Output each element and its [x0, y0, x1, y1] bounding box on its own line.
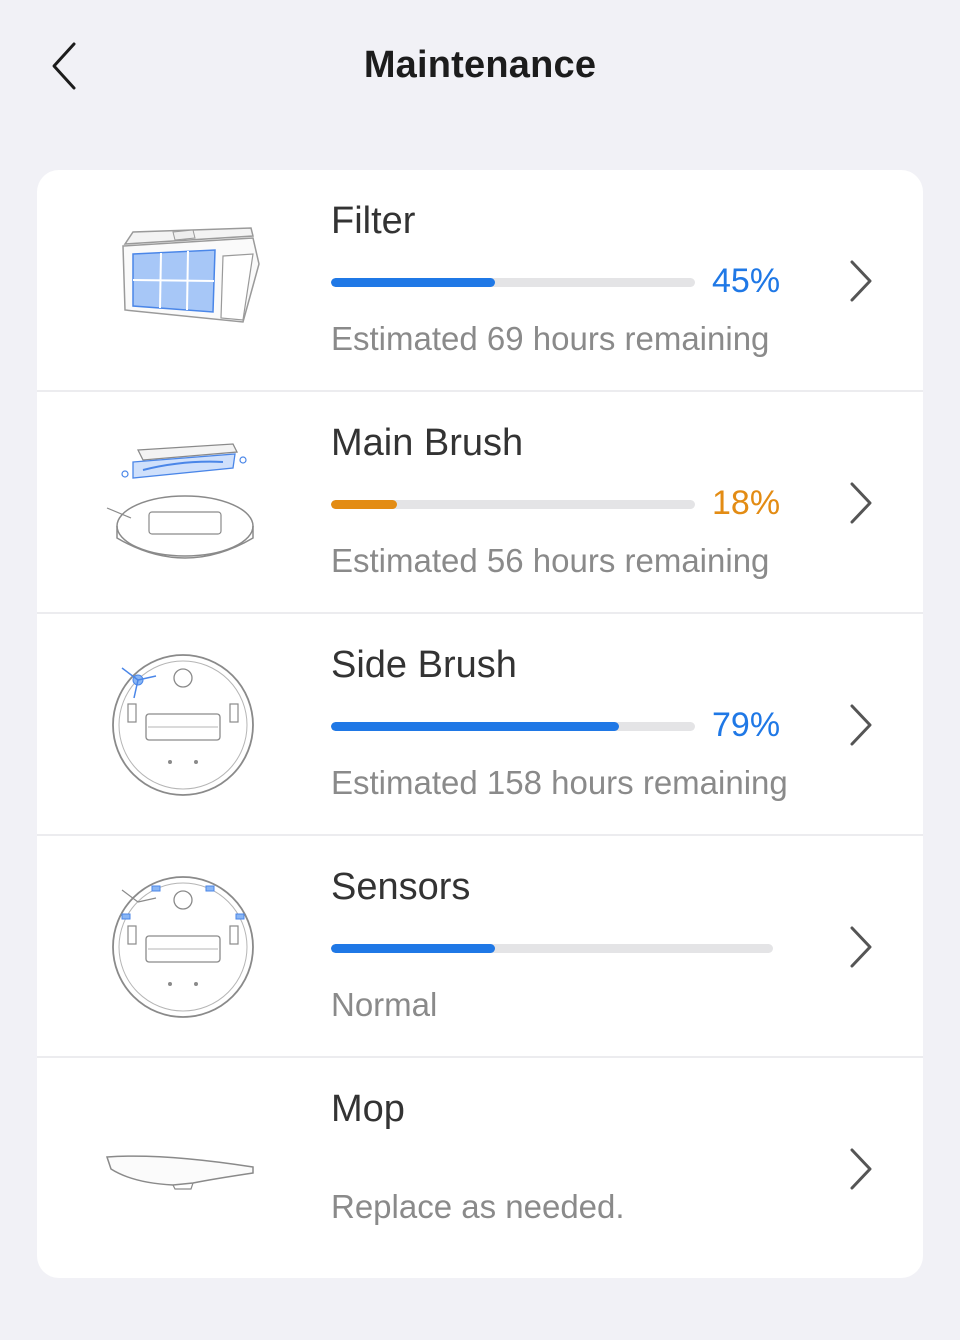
chevron-right-icon — [843, 700, 879, 750]
progress-fill — [331, 722, 619, 731]
percent-label: 18% — [712, 484, 781, 522]
progress-track — [331, 500, 695, 509]
list-item-side-brush[interactable]: Side Brush 79% Estimated 158 hours remai… — [37, 614, 923, 836]
progress-track — [331, 722, 695, 731]
chevron-right-icon — [843, 922, 879, 972]
status-text: Estimated 69 hours remaining — [331, 320, 770, 357]
progress-fill — [331, 278, 495, 287]
item-name: Mop — [331, 1088, 405, 1130]
item-name: Side Brush — [331, 644, 517, 686]
main-brush-icon — [103, 433, 263, 573]
status-text: Estimated 158 hours remaining — [331, 764, 788, 801]
item-name: Main Brush — [331, 422, 524, 464]
percent-label: 79% — [712, 706, 781, 744]
side-brush-icon — [103, 654, 263, 796]
filter-icon — [103, 211, 263, 351]
status-text: Replace as needed. — [331, 1188, 625, 1225]
list-item-sensors[interactable]: Sensors Normal — [37, 836, 923, 1058]
progress-fill — [331, 500, 397, 509]
progress-track — [331, 944, 773, 953]
mop-icon — [103, 1099, 263, 1239]
list-item-filter[interactable]: Filter 45% Estimated 69 hours remaining — [37, 170, 923, 392]
list-item-mop[interactable]: Mop Replace as needed. — [37, 1058, 923, 1278]
item-name: Sensors — [331, 866, 471, 908]
item-name: Filter — [331, 200, 416, 242]
progress-fill — [331, 944, 495, 953]
maintenance-list: Filter 45% Estimated 69 hours remaining — [37, 170, 923, 1278]
chevron-right-icon — [843, 478, 879, 528]
chevron-right-icon — [843, 1144, 879, 1194]
status-text: Estimated 56 hours remaining — [331, 542, 770, 579]
status-text: Normal — [331, 986, 438, 1023]
percent-label: 45% — [712, 262, 781, 300]
list-item-main-brush[interactable]: Main Brush 18% Estimated 56 hours remain… — [37, 392, 923, 614]
chevron-right-icon — [843, 256, 879, 306]
header: Maintenance — [0, 0, 960, 134]
page-title: Maintenance — [363, 44, 597, 86]
progress-track — [331, 278, 695, 287]
sensors-icon — [103, 876, 263, 1018]
